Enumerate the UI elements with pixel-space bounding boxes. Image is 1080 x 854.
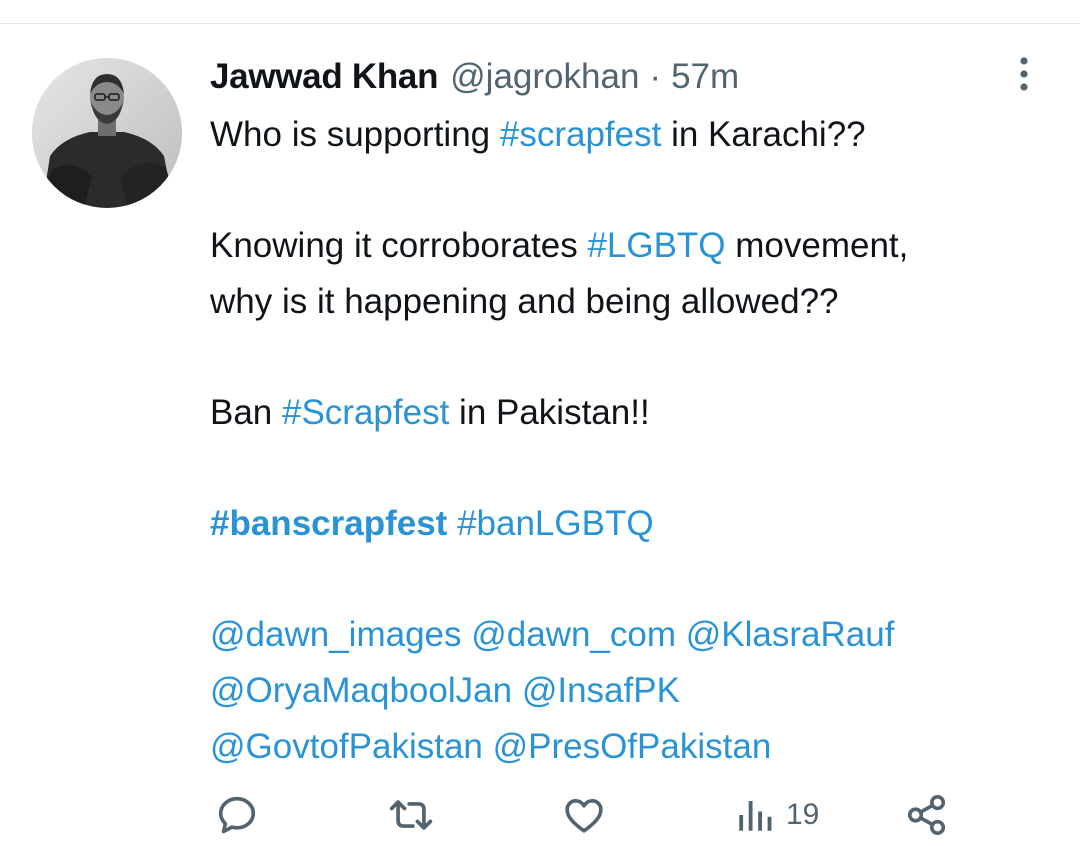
mention-link[interactable]: @dawn_images [210,615,462,654]
hashtag-link[interactable]: #banLGBTQ [457,504,654,543]
text-segment: in Karachi?? [661,115,866,154]
retweet-icon [389,800,433,830]
tweet-timestamp[interactable]: 57m [671,57,739,97]
text-segment: why is it happening and being allowed?? [210,281,839,321]
avatar[interactable] [32,58,182,208]
text-segment: movement, [725,226,909,266]
tweet-actions: 19 [0,790,1080,840]
author-name[interactable]: Jawwad Khan [210,57,438,97]
mention-link[interactable]: @GovtofPakistan [210,727,483,766]
avatar-photo [32,58,182,208]
tweet-line: @OryaMaqboolJan @InsafPK [210,663,1050,719]
share-icon [907,794,946,836]
text-segment: Ban [210,392,282,432]
views-count: 19 [786,798,820,831]
views-button[interactable]: 19 [734,790,819,840]
tweet-line: #banscrapfest #banLGBTQ [210,496,1050,552]
tweet-line: why is it happening and being allowed?? [210,274,1050,330]
text-segment: Who is supporting [210,115,500,154]
more-options-button[interactable] [1002,52,1046,96]
hashtag-link[interactable]: #LGBTQ [587,226,725,265]
hashtag-link[interactable]: #Scrapfest [282,393,449,432]
views-icon [739,801,772,831]
like-button[interactable] [561,790,607,840]
tweet-line: Knowing it corroborates #LGBTQ movement, [210,218,1050,274]
tweet-line: Ban #Scrapfest in Pakistan!! [210,385,1050,441]
tweet-header: Jawwad Khan @jagrokhan · 57m [210,52,739,102]
reply-button[interactable] [214,790,260,840]
tweet-line: @GovtofPakistan @PresOfPakistan [210,719,1050,775]
top-divider [0,23,1080,24]
tweet-line: @dawn_images @dawn_com @KlasraRauf [210,607,1050,663]
text-segment: Knowing it corroborates [210,226,588,266]
retweet-button[interactable] [387,790,435,840]
mention-link[interactable]: @PresOfPakistan [493,727,772,766]
hashtag-link[interactable]: #banscrapfest [210,504,447,543]
meta-separator: · [649,57,662,96]
tweet-text: Who is supporting #scrapfest in Karachi?… [210,107,1050,774]
text-segment: in Pakistan!! [449,392,650,432]
more-vertical-icon [1020,57,1028,91]
mention-link[interactable]: @KlasraRauf [686,615,895,654]
mention-link[interactable]: @dawn_com [471,615,676,654]
mention-link[interactable]: @InsafPK [522,671,680,710]
tweet-line: Who is supporting #scrapfest in Karachi?… [210,107,1050,163]
mention-link[interactable]: @OryaMaqboolJan [210,671,512,710]
like-icon [565,798,603,833]
share-button[interactable] [904,790,950,840]
author-handle[interactable]: @jagrokhan [450,57,639,97]
reply-icon [218,796,256,834]
hashtag-link[interactable]: #scrapfest [500,115,661,154]
